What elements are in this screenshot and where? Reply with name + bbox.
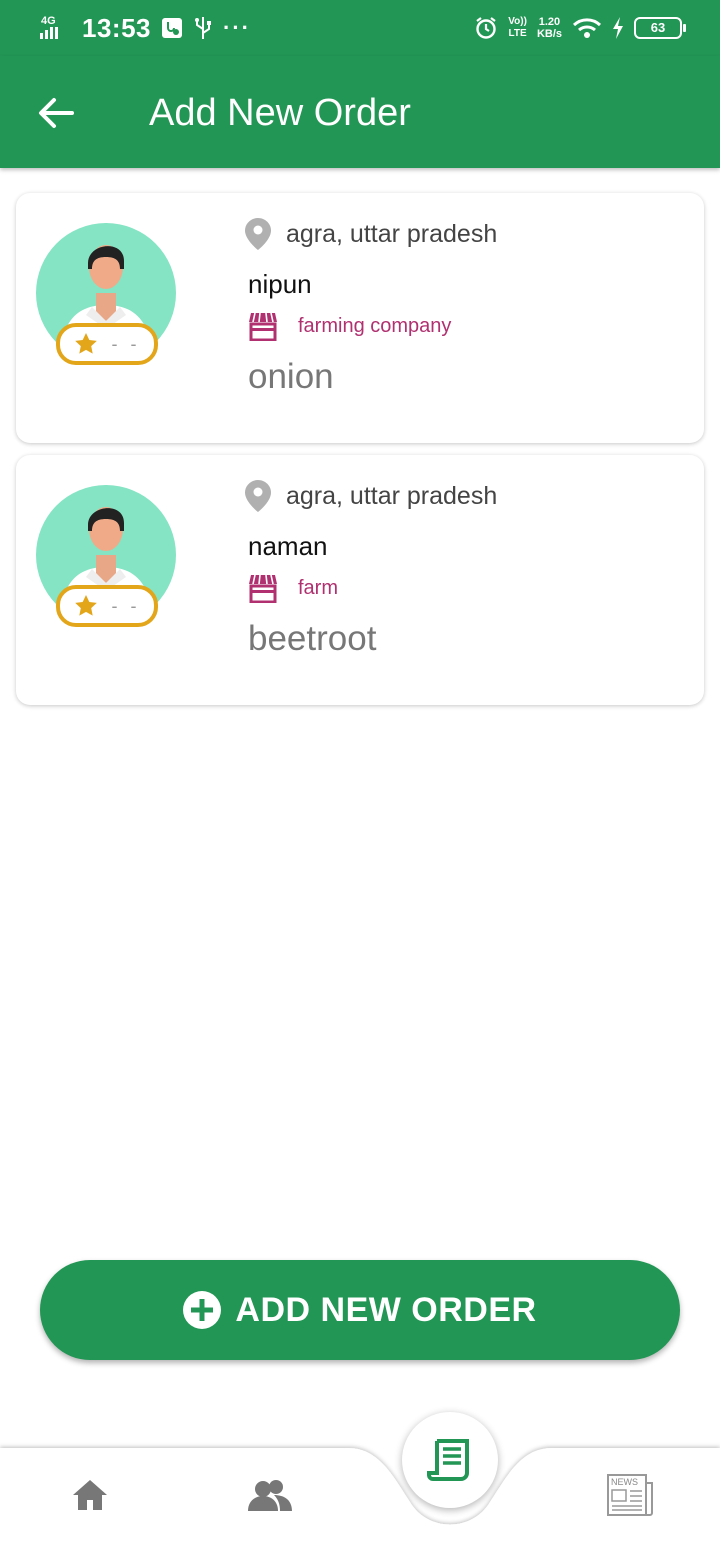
status-bar: 4G 13:53 ··· Vo)) LTE 1.20 KB/s 63 — [0, 0, 720, 56]
charging-icon — [613, 17, 623, 39]
speed-unit: KB/s — [536, 28, 562, 40]
star-icon — [74, 595, 97, 616]
network-type: 4G — [41, 15, 56, 27]
more-dots-icon: ··· — [223, 15, 251, 40]
add-new-order-label: ADD NEW ORDER — [235, 1290, 537, 1329]
bottom-nav: NEWS — [0, 1440, 720, 1544]
add-new-order-button[interactable]: ADD NEW ORDER — [40, 1260, 680, 1360]
nav-orders-fab[interactable] — [402, 1412, 498, 1508]
news-icon: NEWS — [607, 1474, 653, 1516]
volte-top: Vo)) — [508, 16, 527, 27]
arrow-left-icon — [39, 98, 74, 128]
volte-indicator: Vo)) LTE — [508, 16, 527, 40]
wifi-icon — [572, 18, 602, 38]
news-icon-label: NEWS — [611, 1477, 638, 1487]
nav-news[interactable]: NEWS — [600, 1470, 660, 1520]
network-speed: 1.20 KB/s — [537, 16, 562, 40]
nav-users[interactable] — [240, 1470, 300, 1520]
rating-value: - - — [111, 333, 141, 354]
home-icon — [73, 1480, 107, 1510]
store-icon — [249, 312, 277, 341]
battery-icon: 63 — [634, 17, 686, 39]
nav-home[interactable] — [60, 1470, 120, 1520]
usb-settings-icon — [162, 18, 182, 38]
business-name: farming company — [298, 314, 452, 337]
order-location: agra, uttar pradesh — [286, 481, 498, 510]
speed-value: 1.20 — [538, 16, 561, 28]
order-card[interactable]: - - agra, uttar pradesh naman farm beetr… — [16, 455, 704, 705]
status-time: 13:53 — [82, 12, 151, 43]
usb-icon — [195, 17, 211, 39]
order-list-icon — [427, 1439, 469, 1481]
back-button[interactable] — [24, 86, 88, 140]
crop-name: onion — [248, 357, 334, 396]
customer-name: naman — [248, 531, 328, 561]
alarm-icon — [476, 17, 496, 39]
customer-name: nipun — [248, 269, 312, 299]
store-icon — [249, 574, 277, 603]
star-icon — [74, 333, 97, 354]
page-title: Add New Order — [149, 92, 411, 134]
order-location: agra, uttar pradesh — [286, 219, 498, 248]
location-pin-icon — [245, 480, 271, 512]
rating-badge: - - — [56, 585, 158, 627]
users-icon — [248, 1480, 292, 1511]
business-name: farm — [298, 576, 338, 599]
order-card[interactable]: - - agra, uttar pradesh nipun farming co… — [16, 193, 704, 443]
signal-icon: 4G — [40, 15, 72, 41]
battery-level: 63 — [650, 20, 666, 35]
crop-name: beetroot — [248, 619, 377, 658]
volte-bottom: LTE — [508, 28, 527, 39]
rating-badge: - - — [56, 323, 158, 365]
plus-circle-icon — [183, 1291, 222, 1329]
rating-value: - - — [111, 595, 141, 616]
location-pin-icon — [245, 218, 271, 250]
app-bar: Add New Order — [0, 56, 720, 168]
